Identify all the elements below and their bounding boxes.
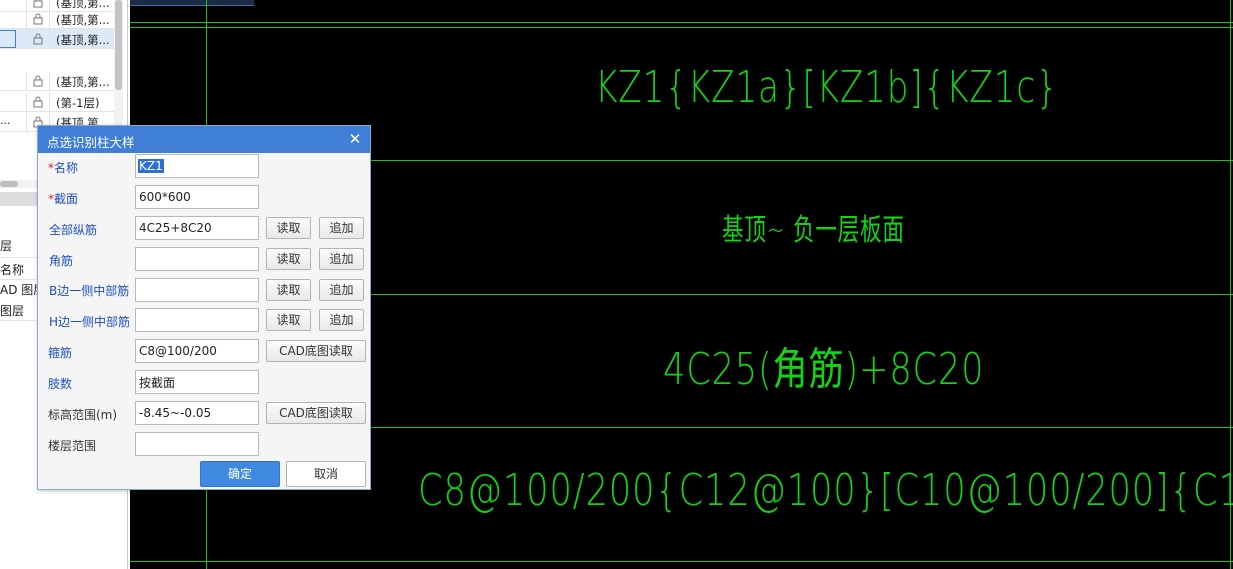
table-line: [130, 22, 1233, 23]
list-item-label: (基顶,第...: [56, 75, 110, 89]
append-button[interactable]: 追加: [319, 217, 364, 239]
b-side-bars-label: B边一侧中部筋: [49, 284, 130, 298]
elevation-range-input[interactable]: [135, 401, 259, 425]
read-button[interactable]: 读取: [266, 279, 311, 301]
dialog-title: 点选识别柱大样: [47, 135, 135, 150]
corner-bars-input[interactable]: [135, 247, 259, 271]
list-item-selected[interactable]: (基顶,第...: [0, 29, 114, 49]
name-label-text: 名称: [54, 161, 79, 175]
section-label-text: 截面: [54, 192, 79, 206]
lock-icon[interactable]: [26, 72, 50, 90]
read-button[interactable]: 读取: [266, 248, 311, 270]
list-item[interactable]: (基顶,第...: [0, 9, 114, 29]
elevation-range-label: 标高范围(m): [48, 408, 118, 422]
read-button[interactable]: 读取: [266, 217, 311, 239]
append-button[interactable]: 追加: [319, 248, 364, 270]
name-column-header: 名称: [0, 263, 25, 277]
identify-column-detail-dialog: 点选识别柱大样 ✕ *名称 KZ1 *截面 全部纵筋 读取 追加 角筋 读取 追…: [37, 125, 371, 490]
h-side-bars-label: H边一侧中部筋: [49, 315, 131, 329]
list-item-label: (基顶,第...: [56, 33, 110, 47]
section-label: *截面: [48, 190, 78, 207]
h-side-bars-input[interactable]: [135, 308, 259, 332]
list-item-label: (基顶,第...: [56, 13, 110, 27]
lock-icon[interactable]: [26, 30, 50, 48]
lock-icon[interactable]: [26, 10, 50, 28]
read-button[interactable]: 读取: [266, 309, 311, 331]
list-item[interactable]: (第-1层): [0, 92, 114, 112]
name-label: *名称: [48, 159, 78, 176]
legs-input[interactable]: [135, 370, 259, 394]
append-button[interactable]: 追加: [319, 309, 364, 331]
lock-icon[interactable]: [26, 93, 50, 111]
table-line: [130, 27, 1233, 28]
stirrup-label: 箍筋: [48, 346, 73, 360]
cad-read-button[interactable]: CAD底图读取: [266, 340, 366, 362]
elevation-range-text[interactable]: 基顶~ 负一层板面: [722, 205, 905, 249]
legs-label: 肢数: [48, 377, 73, 391]
column-name-text[interactable]: KZ1{KZ1a}[KZ1b]{KZ1c}: [595, 62, 1059, 113]
cancel-button[interactable]: 取消: [286, 461, 366, 487]
layer-header: 层: [0, 239, 13, 253]
scrollbar-thumb[interactable]: [0, 181, 18, 187]
list-item-label: (第-1层): [56, 96, 100, 110]
floor-range-label: 楼层范围: [48, 439, 97, 453]
list-item[interactable]: (基顶,第...: [0, 71, 114, 91]
all-longitudinal-bars-label: 全部纵筋: [49, 223, 98, 237]
stirrup-input[interactable]: [135, 339, 259, 363]
name-input[interactable]: KZ1: [135, 154, 259, 178]
all-longitudinal-bars-input[interactable]: [135, 216, 259, 240]
row-marker: ...: [0, 114, 11, 127]
cad-read-button[interactable]: CAD底图读取: [266, 402, 366, 424]
name-input-value: KZ1: [138, 159, 164, 173]
corner-bars-label: 角筋: [49, 254, 74, 268]
table-line: [130, 561, 1233, 562]
floor-range-input[interactable]: [135, 432, 259, 456]
append-button[interactable]: 追加: [319, 279, 364, 301]
longitudinal-rebar-text[interactable]: 4C25(角筋)+8C20: [663, 333, 984, 397]
layer-item[interactable]: 图层: [0, 302, 24, 319]
stirrup-text[interactable]: C8@100/200{C12@100}[C10@100/200]{C10@100…: [418, 465, 1233, 516]
ok-button[interactable]: 确定: [200, 461, 280, 487]
canvas-tab[interactable]: [130, 0, 254, 6]
scrollbar-thumb[interactable]: [115, 0, 122, 90]
close-icon[interactable]: ✕: [344, 128, 366, 150]
section-input[interactable]: [135, 185, 259, 209]
dialog-title-bar[interactable]: 点选识别柱大样 ✕: [38, 126, 370, 153]
row-focus-box: [0, 30, 16, 48]
b-side-bars-input[interactable]: [135, 278, 259, 302]
